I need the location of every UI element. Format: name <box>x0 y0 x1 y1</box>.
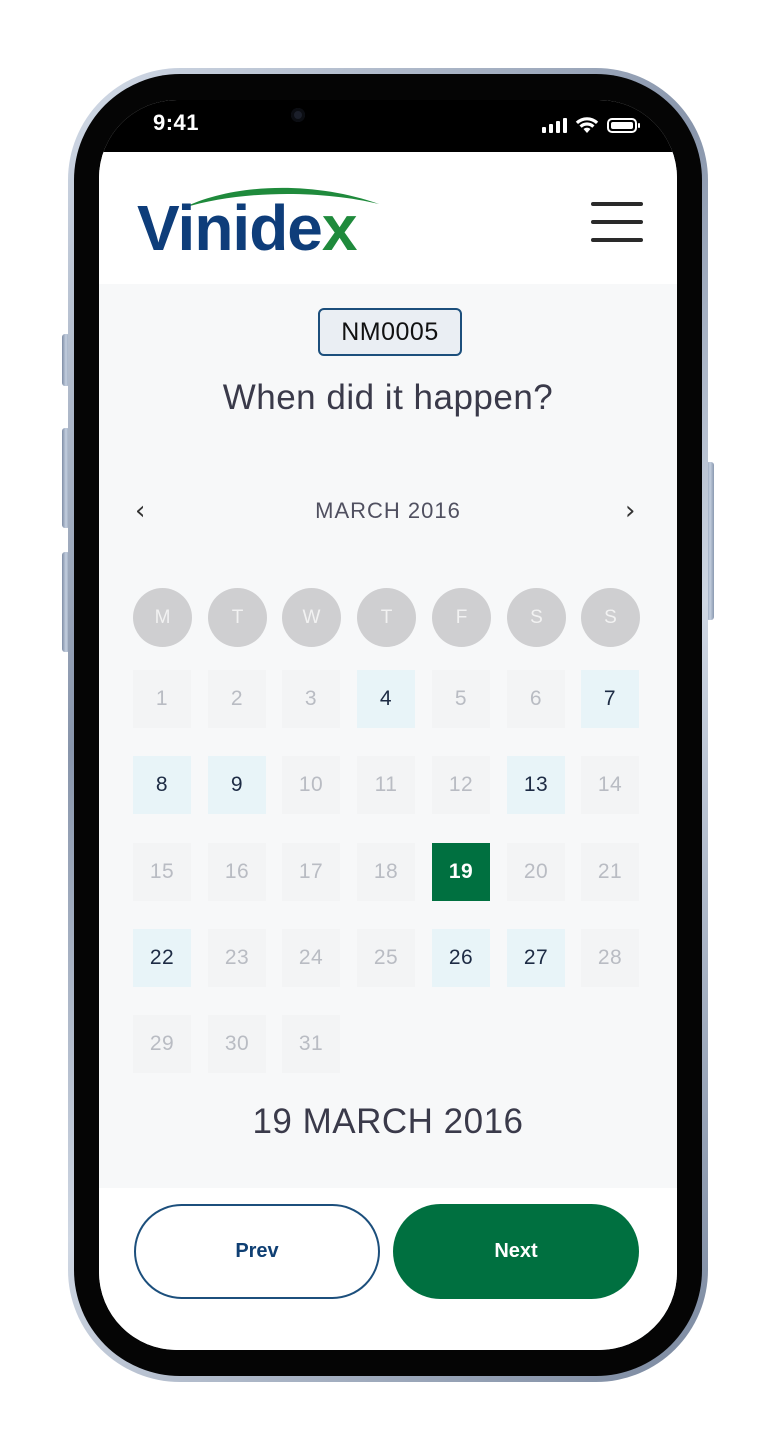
calendar-day: 23 <box>208 929 266 987</box>
calendar-day: 16 <box>208 843 266 901</box>
next-month-chevron-icon[interactable]: › <box>625 496 635 526</box>
wifi-icon <box>575 117 599 133</box>
weekday-header-cell: F <box>432 588 491 647</box>
question-title: When did it happen? <box>222 378 554 417</box>
calendar-day: 3 <box>282 670 340 728</box>
front-camera <box>291 108 305 122</box>
calendar-day: 14 <box>581 756 639 814</box>
status-time: 9:41 <box>153 110 200 135</box>
status-icons <box>542 114 640 136</box>
calendar-day: 12 <box>432 756 490 814</box>
calendar-day: 30 <box>208 1015 266 1073</box>
calendar-day: 5 <box>432 670 490 728</box>
calendar-day[interactable]: 8 <box>133 756 191 814</box>
calendar-day: 15 <box>133 843 191 901</box>
date-picker-step: NM0005 When did it happen? ‹ MARCH 2016 … <box>99 284 677 1188</box>
weekday-header-cell: W <box>282 588 341 647</box>
calendar-day: 31 <box>282 1015 340 1073</box>
battery-icon <box>607 117 640 133</box>
calendar-day[interactable]: 27 <box>507 929 565 987</box>
signal-icon <box>542 117 567 133</box>
calendar-day: 21 <box>581 843 639 901</box>
calendar-day: 25 <box>357 929 415 987</box>
selected-date-label: 19 MARCH 2016 <box>252 1102 524 1141</box>
calendar-weekday-header: MTWTFSS <box>133 588 641 648</box>
calendar-day: 20 <box>507 843 565 901</box>
weekday-header-cell: S <box>507 588 566 647</box>
reference-badge: NM0005 <box>318 308 462 356</box>
vinidex-logo[interactable]: Vinidex <box>137 182 397 262</box>
next-button[interactable]: Next <box>393 1204 639 1299</box>
phone-screen: 9:41 Vinidex NM0005 When did it happen? … <box>99 100 677 1350</box>
calendar-day-selected[interactable]: 19 <box>432 843 490 901</box>
hamburger-icon <box>591 202 643 206</box>
calendar-day[interactable]: 26 <box>432 929 490 987</box>
calendar-day[interactable]: 4 <box>357 670 415 728</box>
calendar-day: 28 <box>581 929 639 987</box>
calendar-day: 18 <box>357 843 415 901</box>
calendar-day: 29 <box>133 1015 191 1073</box>
status-bar: 9:41 <box>99 100 677 152</box>
weekday-header-cell: T <box>357 588 416 647</box>
calendar-day[interactable]: 9 <box>208 756 266 814</box>
calendar-month-label: MARCH 2016 <box>315 498 461 523</box>
calendar-day[interactable]: 13 <box>507 756 565 814</box>
calendar-navigation: ‹ MARCH 2016 › <box>99 496 677 526</box>
hamburger-menu-button[interactable] <box>591 202 645 246</box>
calendar-day: 24 <box>282 929 340 987</box>
calendar-day-grid: 1 2 3 4 5 6 7 8 9 10 11 12 13 14 15 16 17 18 19 20 21 22 23 24 2… <box>133 670 641 1080</box>
calendar-day: 6 <box>507 670 565 728</box>
weekday-header-cell: M <box>133 588 192 647</box>
calendar-day: 17 <box>282 843 340 901</box>
calendar-day: 10 <box>282 756 340 814</box>
weekday-header-cell: S <box>581 588 640 647</box>
calendar-day: 2 <box>208 670 266 728</box>
prev-button[interactable]: Prev <box>134 1204 380 1299</box>
calendar-day[interactable]: 22 <box>133 929 191 987</box>
weekday-header-cell: T <box>208 588 267 647</box>
navigation-footer: Prev Next <box>99 1188 677 1350</box>
app-header: Vinidex <box>99 152 677 284</box>
logo-wordmark: Vinidex <box>137 192 357 264</box>
calendar-day: 11 <box>357 756 415 814</box>
calendar-day: 1 <box>133 670 191 728</box>
calendar-day[interactable]: 7 <box>581 670 639 728</box>
